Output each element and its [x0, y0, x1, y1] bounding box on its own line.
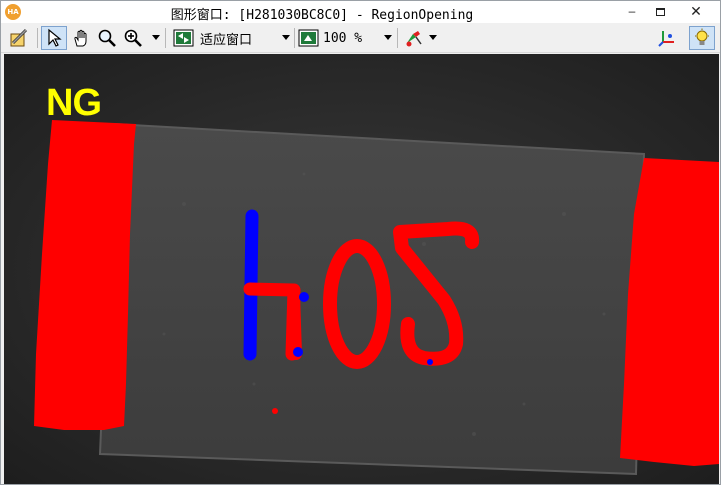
- toolbar: 适应窗口 100 %: [1, 23, 720, 53]
- fit-window-label: 适应窗口: [200, 32, 253, 48]
- fit-dropdown-arrow[interactable]: [282, 35, 290, 40]
- graphics-window: HA 图形窗口: [H281030BC8C0] - RegionOpening …: [0, 0, 721, 485]
- axes-button[interactable]: [655, 26, 679, 50]
- color-palette-icon: [406, 31, 422, 47]
- edit-region-button[interactable]: [7, 26, 31, 50]
- pan-tool-button[interactable]: [69, 26, 93, 50]
- zoom-percent-dropdown-arrow[interactable]: [384, 35, 392, 40]
- title-bar: HA 图形窗口: [H281030BC8C0] - RegionOpening …: [1, 1, 720, 23]
- zoom-percent-icon: [298, 29, 319, 47]
- color-button[interactable]: [403, 26, 425, 50]
- edit-region-icon: [10, 28, 28, 47]
- image-canvas[interactable]: NG: [4, 54, 719, 484]
- hand-pan-icon: [74, 29, 87, 47]
- zoom-percent-label: 100 %: [323, 30, 363, 46]
- zoom-percent-combo[interactable]: 100 %: [298, 26, 378, 50]
- left-electrode-region: [34, 120, 136, 430]
- fit-window-button[interactable]: 适应窗口: [173, 26, 271, 50]
- axes-icon: [658, 31, 674, 47]
- magnifier-icon: [98, 29, 116, 47]
- zoom-dropdown-arrow[interactable]: [152, 35, 160, 40]
- inspection-image: [4, 54, 719, 484]
- zoom-in-button[interactable]: [121, 26, 145, 50]
- maximize-button[interactable]: [646, 1, 674, 21]
- lightbulb-button[interactable]: [689, 26, 715, 50]
- pointer-icon: [48, 28, 62, 47]
- window-title: 图形窗口: [H281030BC8C0] - RegionOpening: [170, 8, 474, 23]
- ng-result-label: NG: [46, 82, 102, 124]
- lightbulb-icon: [695, 28, 709, 45]
- minimize-button[interactable]: –: [618, 1, 646, 21]
- magnifier-button[interactable]: [95, 26, 119, 50]
- color-dropdown-arrow[interactable]: [429, 35, 437, 40]
- pointer-tool-button[interactable]: [41, 26, 67, 50]
- maximize-icon: [655, 7, 665, 16]
- fit-window-icon: [173, 29, 194, 47]
- zoom-in-icon: [124, 29, 142, 47]
- close-button[interactable]: ✕: [674, 1, 718, 21]
